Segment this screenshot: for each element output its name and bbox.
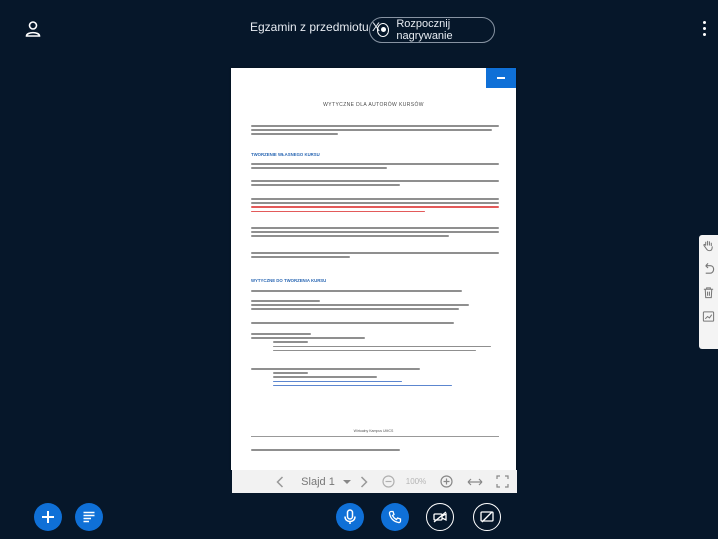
phone-icon — [388, 510, 402, 524]
fullscreen-icon — [495, 475, 509, 488]
zoom-out-button[interactable] — [380, 470, 396, 493]
camera-off-icon — [433, 511, 447, 523]
slide-heading: TWORZENIE WŁASNEGO KURSU — [251, 152, 320, 157]
slide-select-value: Slajd 1 — [301, 475, 335, 488]
caret-down-icon — [342, 479, 351, 484]
next-slide-button[interactable] — [356, 470, 372, 493]
actions-button[interactable] — [34, 503, 62, 531]
whiteboard-icon[interactable] — [702, 310, 715, 323]
kebab-icon[interactable] — [703, 21, 707, 37]
record-icon — [377, 23, 390, 37]
microphone-icon — [344, 509, 356, 524]
chevron-left-icon — [276, 475, 284, 488]
screen-share-off-icon — [480, 511, 494, 523]
zoom-in-icon — [439, 475, 453, 488]
zoom-level: 100% — [405, 477, 427, 486]
fullscreen-button[interactable] — [494, 470, 510, 493]
slide-paragraph — [251, 300, 499, 313]
microphone-button[interactable] — [336, 503, 364, 531]
slide-footer-note — [251, 449, 499, 453]
share-webcam-button[interactable] — [426, 503, 454, 531]
whiteboard-toolbar — [699, 235, 718, 349]
presentation-slide: WYTYCZNE DLA AUTORÓW KURSÓW TWORZENIE WŁ… — [231, 68, 516, 470]
fit-width-icon — [467, 478, 483, 485]
plus-icon — [42, 511, 54, 523]
meeting-title: Egzamin z przedmiotu X — [250, 20, 381, 34]
slide-paragraph — [251, 290, 499, 294]
slide-footer: Wirtualny Kampus UMCS — [353, 429, 394, 433]
slide-paragraph — [251, 322, 499, 326]
slide-title: WYTYCZNE DLA AUTORÓW KURSÓW — [323, 102, 424, 108]
slide-paragraph — [251, 163, 499, 171]
slide-heading: WYTYCZNE DO TWORZENIA KURSU — [251, 278, 327, 283]
minus-icon — [497, 77, 505, 79]
slide-footer-rule — [251, 436, 499, 437]
chat-list-icon — [83, 511, 95, 523]
slide-paragraph — [251, 180, 499, 188]
trash-icon[interactable] — [702, 286, 715, 299]
presentation-toolbar: Slajd 1 100% — [232, 470, 517, 493]
hand-icon[interactable] — [702, 239, 715, 252]
slide-paragraph — [251, 368, 499, 389]
top-bar: Egzamin z przedmiotu X Rozpocznij nagryw… — [0, 0, 718, 60]
leave-audio-button[interactable] — [381, 503, 409, 531]
undo-icon[interactable] — [702, 262, 715, 275]
chat-toggle-button[interactable] — [75, 503, 103, 531]
slide-paragraph — [251, 333, 499, 354]
zoom-out-icon — [381, 475, 395, 488]
prev-slide-button[interactable] — [272, 470, 288, 493]
share-screen-button[interactable] — [473, 503, 501, 531]
user-icon[interactable] — [24, 20, 42, 38]
slide-select[interactable]: Slajd 1 — [298, 470, 356, 493]
chevron-right-icon — [360, 475, 368, 488]
slide-paragraph — [251, 252, 499, 260]
minimize-presentation-button[interactable] — [486, 68, 516, 88]
record-label: Rozpocznij nagrywanie — [396, 18, 453, 42]
start-recording-button[interactable]: Rozpocznij nagrywanie — [369, 17, 495, 43]
slide-paragraph — [251, 227, 499, 240]
slide-paragraph — [251, 125, 499, 138]
slide-paragraph — [251, 198, 499, 215]
zoom-in-button[interactable] — [438, 470, 454, 493]
fit-width-button[interactable] — [466, 470, 484, 493]
